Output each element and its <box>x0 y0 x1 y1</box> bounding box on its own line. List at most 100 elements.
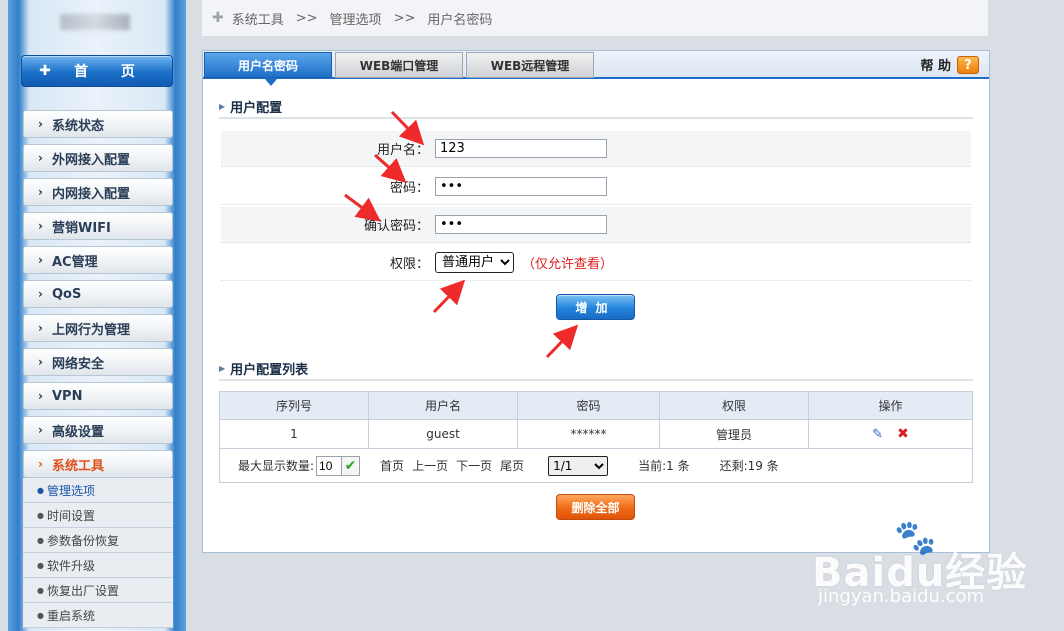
bullet-icon: ● <box>37 535 44 545</box>
confirm-password-label: 确认密码： <box>363 219 429 234</box>
page-select[interactable]: 1/1 <box>548 455 609 476</box>
sidebar-item-ac-management[interactable]: › AC管理 <box>23 246 173 274</box>
help-label: 帮 助 <box>920 59 951 74</box>
pagination-bar: 最大显示数量: ✔ 首页 上一页 下一页 尾页 1/1 当前:1 条 还剩:19… <box>219 449 973 483</box>
column-header: 操作 <box>808 391 973 420</box>
delete-all-button[interactable]: 删除全部 <box>556 494 635 520</box>
divider <box>219 379 973 381</box>
prev-page-link[interactable]: 上一页 <box>412 457 448 474</box>
first-page-link[interactable]: 首页 <box>380 457 404 474</box>
column-header: 序列号 <box>219 391 369 420</box>
sub-item-label: 管理选项 <box>47 483 96 498</box>
username-input[interactable] <box>435 139 607 158</box>
column-header: 密码 <box>517 391 660 420</box>
sidebar-item-label: 内网接入配置 <box>52 186 131 202</box>
tab-username-password[interactable]: 用户名密码 <box>204 52 332 86</box>
sidebar-menu: › 系统状态 › 外网接入配置 › 内网接入配置 › 营销WIFI › AC管理 › QoS… <box>23 110 173 628</box>
breadcrumb-separator: >> <box>393 10 416 26</box>
divider <box>219 117 973 119</box>
sidebar-item-label: 高级设置 <box>52 424 105 440</box>
chevron-right-icon: › <box>38 219 43 233</box>
cell-index: 1 <box>219 419 369 449</box>
next-page-link[interactable]: 下一页 <box>456 457 492 474</box>
user-config-title: ▶ 用户配置 <box>219 97 282 116</box>
sidebar-submenu: ● 管理选项 ● 时间设置 ● 参数备份恢复 ● 软件升级 ● 恢复出厂设置 ● 重启系统 <box>23 478 173 628</box>
permission-select[interactable]: 普通用户 <box>435 252 514 273</box>
sidebar-item-behavior-management[interactable]: › 上网行为管理 <box>23 314 173 342</box>
sidebar-item-system-status[interactable]: › 系统状态 <box>23 110 173 138</box>
confirm-password-input[interactable] <box>435 215 607 234</box>
help-icon: ? <box>957 55 979 74</box>
tab-label: 用户名密码 <box>237 58 298 73</box>
edit-icon[interactable]: ✎ <box>872 427 883 442</box>
sidebar-item-label: 系统工具 <box>52 458 105 474</box>
cell-username: guest <box>368 419 518 449</box>
sub-item-factory-reset[interactable]: ● 恢复出厂设置 <box>23 578 173 603</box>
breadcrumb-plus-icon: ✚ <box>212 10 224 26</box>
chevron-right-icon: › <box>38 253 43 267</box>
table-header-row: 序列号 用户名 密码 权限 操作 <box>219 391 973 420</box>
section-title-text: 用户配置 <box>230 101 283 116</box>
permission-row: 权限： 普通用户 （仅允许查看） <box>221 245 971 281</box>
home-button[interactable]: ✚ 首 页 <box>21 55 173 87</box>
bullet-icon: ● <box>37 485 44 495</box>
chevron-right-icon: › <box>38 423 43 437</box>
sub-item-label: 软件升级 <box>47 558 96 573</box>
sidebar-item-label: AC管理 <box>52 254 98 270</box>
column-header: 用户名 <box>368 391 518 420</box>
column-header: 权限 <box>659 391 809 420</box>
chevron-right-icon: › <box>38 389 43 403</box>
triangle-right-icon: ▶ <box>219 102 226 111</box>
password-row: 密码： <box>221 169 971 205</box>
max-display-input[interactable] <box>316 455 343 476</box>
last-page-link[interactable]: 尾页 <box>500 457 524 474</box>
user-table: 序列号 用户名 密码 权限 操作 1 guest ****** 管理员 ✎ ✖ <box>219 391 973 449</box>
sidebar-item-qos[interactable]: › QoS <box>23 280 173 308</box>
sub-item-reboot[interactable]: ● 重启系统 <box>23 603 173 628</box>
cell-password: ****** <box>517 419 660 449</box>
sub-item-management-options[interactable]: ● 管理选项 <box>23 478 173 503</box>
watermark: 🐾 Baidu经验 jingyan.baidu.com <box>812 518 1052 618</box>
sub-item-backup-restore[interactable]: ● 参数备份恢复 <box>23 528 173 553</box>
tab-label: WEB端口管理 <box>359 58 439 73</box>
checkmark-icon[interactable]: ✔ <box>342 455 361 476</box>
breadcrumb-item[interactable]: 管理选项 <box>330 9 382 28</box>
username-label: 用户名： <box>376 143 429 158</box>
bullet-icon: ● <box>37 510 44 520</box>
logo <box>60 14 130 30</box>
delete-icon[interactable]: ✖ <box>897 426 909 442</box>
sub-item-label: 时间设置 <box>47 508 96 523</box>
sidebar-item-system-tools[interactable]: › 系统工具 <box>23 450 173 478</box>
sidebar-item-wan-config[interactable]: › 外网接入配置 <box>23 144 173 172</box>
sub-item-software-upgrade[interactable]: ● 软件升级 <box>23 553 173 578</box>
username-row: 用户名： <box>221 131 971 167</box>
tab-web-remote[interactable]: WEB远程管理 <box>466 52 594 78</box>
current-count: 当前:1 条 <box>638 459 690 473</box>
help-button[interactable]: 帮 助 ? <box>920 55 979 74</box>
table-row: 1 guest ****** 管理员 ✎ ✖ <box>219 419 973 449</box>
main-panel: 用户名密码 WEB端口管理 WEB远程管理 帮 助 ? ▶ 用户配置 用户名： … <box>202 50 990 553</box>
sidebar-item-advanced-settings[interactable]: › 高级设置 <box>23 416 173 444</box>
add-button[interactable]: 增加 <box>556 294 635 320</box>
sub-item-time-settings[interactable]: ● 时间设置 <box>23 503 173 528</box>
sidebar-item-label: QoS <box>52 286 82 302</box>
sidebar-item-marketing-wifi[interactable]: › 营销WIFI <box>23 212 173 240</box>
breadcrumb-item[interactable]: 系统工具 <box>232 9 284 28</box>
bullet-icon: ● <box>37 610 44 620</box>
max-display-label: 最大显示数量: <box>238 459 315 473</box>
delete-all-label: 删除全部 <box>571 500 620 515</box>
breadcrumb: ✚ 系统工具 >> 管理选项 >> 用户名密码 <box>202 0 988 36</box>
password-input[interactable] <box>435 177 607 196</box>
breadcrumb-separator: >> <box>295 10 318 26</box>
sidebar-item-label: VPN <box>52 388 83 404</box>
sidebar-item-network-security[interactable]: › 网络安全 <box>23 348 173 376</box>
sidebar-item-label: 系统状态 <box>52 118 105 134</box>
permission-note: （仅允许查看） <box>522 257 614 272</box>
sidebar-item-lan-config[interactable]: › 内网接入配置 <box>23 178 173 206</box>
password-label: 密码： <box>389 181 429 196</box>
chevron-right-icon: › <box>38 355 43 369</box>
sub-item-label: 恢复出厂设置 <box>47 583 120 598</box>
sidebar-item-vpn[interactable]: › VPN <box>23 382 173 410</box>
sidebar-item-label: 上网行为管理 <box>52 322 131 338</box>
tab-web-port[interactable]: WEB端口管理 <box>335 52 463 78</box>
